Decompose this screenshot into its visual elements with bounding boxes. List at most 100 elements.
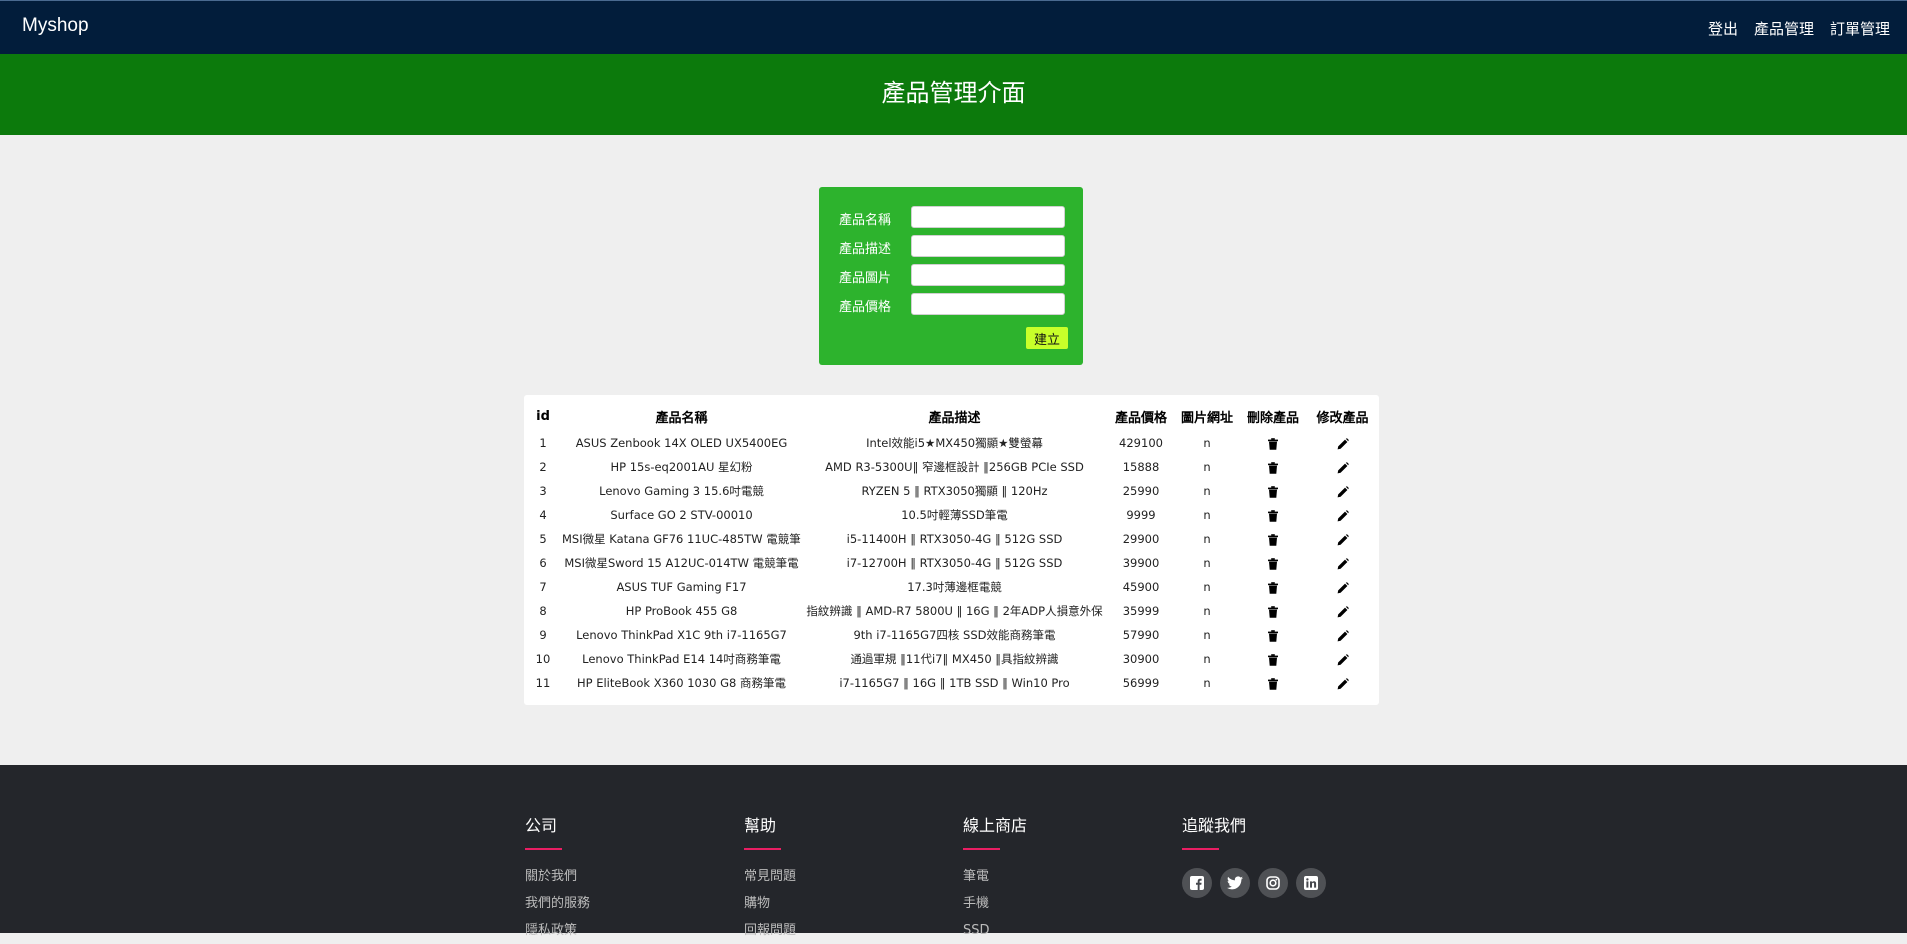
twitter-icon[interactable]	[1220, 868, 1250, 898]
edit-pencil-icon[interactable]	[1337, 652, 1349, 666]
product-image-input[interactable]	[911, 264, 1065, 286]
brand-logo[interactable]: Myshop	[22, 15, 89, 37]
cell-product-description: Intel效能i5★MX450獨顯★雙螢幕	[866, 436, 1043, 450]
product-description-label: 產品描述	[839, 242, 892, 257]
delete-icon[interactable]	[1267, 580, 1279, 594]
edit-pencil-icon[interactable]	[1337, 580, 1349, 594]
cell-delete	[1240, 623, 1306, 647]
cell-product-price: 45900	[1122, 580, 1160, 594]
linkedin-icon[interactable]	[1296, 868, 1326, 898]
cell-id: 4	[539, 508, 547, 522]
cell-delete	[1240, 599, 1306, 623]
cell-id: 7	[539, 580, 547, 594]
cell-id: 9	[539, 628, 547, 642]
table-row: 8 HP ProBook 455 G8 指紋辨識 ‖ AMD-R7 5800U ‖ …	[524, 599, 1379, 623]
cell-image-url: n	[1203, 484, 1211, 498]
footer-heading-follow-us: 追蹤我們	[1182, 816, 1247, 835]
cell-product-name: HP ProBook 455 G8	[625, 604, 738, 618]
cell-product-price: 30900	[1122, 652, 1160, 666]
delete-icon[interactable]	[1267, 436, 1279, 450]
cell-image-url: n	[1203, 676, 1211, 690]
edit-pencil-icon[interactable]	[1337, 508, 1349, 522]
table-row: 3 Lenovo Gaming 3 15.6吋電競 RYZEN 5 ‖ RTX305…	[524, 479, 1379, 503]
product-table: id 產品名稱 產品描述 產品價格 圖片網址 刪除產品 修改產品 1 ASUS Z…	[524, 401, 1379, 695]
product-description-input[interactable]	[911, 235, 1065, 257]
cell-product-price: 57990	[1122, 628, 1160, 642]
table-row: 11 HP EliteBook X360 1030 G8 商務筆電 i7-1165G…	[524, 671, 1379, 695]
footer-heading-underline	[1182, 848, 1219, 850]
nav-logout-link[interactable]: 登出	[1708, 18, 1738, 39]
footer-link-about[interactable]: 關於我們	[525, 863, 590, 890]
delete-icon[interactable]	[1267, 508, 1279, 522]
footer-link-laptops[interactable]: 筆電	[963, 863, 1027, 890]
delete-icon[interactable]	[1267, 556, 1279, 570]
edit-pencil-icon[interactable]	[1337, 436, 1349, 450]
cell-edit	[1306, 431, 1379, 455]
delete-icon[interactable]	[1267, 532, 1279, 546]
footer-link-services[interactable]: 我們的服務	[525, 890, 590, 917]
cell-edit	[1306, 623, 1379, 647]
table-body: 1 ASUS Zenbook 14X OLED UX5400EG Intel效能i5…	[524, 431, 1379, 695]
product-name-input[interactable]	[911, 206, 1065, 228]
footer-heading-underline	[963, 848, 1000, 850]
delete-icon[interactable]	[1267, 460, 1279, 474]
cell-product-price: 25990	[1122, 484, 1160, 498]
header-product-description: 產品描述	[928, 410, 981, 426]
footer-link-shopping[interactable]: 購物	[744, 890, 796, 917]
cell-product-description: 17.3吋薄邊框電競	[907, 580, 1002, 594]
cell-edit	[1306, 551, 1379, 575]
edit-pencil-icon[interactable]	[1337, 676, 1349, 690]
nav-order-management-link[interactable]: 訂單管理	[1830, 18, 1890, 39]
edit-pencil-icon[interactable]	[1337, 532, 1349, 546]
nav-links: 登出 產品管理 訂單管理	[1708, 18, 1890, 39]
edit-pencil-icon[interactable]	[1337, 484, 1349, 498]
delete-icon[interactable]	[1267, 604, 1279, 618]
delete-icon[interactable]	[1267, 652, 1279, 666]
footer-column-follow-us: 追蹤我們	[1182, 815, 1326, 898]
cell-image-url: n	[1203, 580, 1211, 594]
footer-link-faq[interactable]: 常見問題	[744, 863, 796, 890]
cell-id: 8	[539, 604, 547, 618]
delete-icon[interactable]	[1267, 676, 1279, 690]
edit-pencil-icon[interactable]	[1337, 556, 1349, 570]
footer-link-ssd[interactable]: SSD	[963, 917, 1027, 944]
footer-link-privacy[interactable]: 隱私政策	[525, 917, 590, 944]
footer-heading-online-store: 線上商店	[963, 816, 1028, 835]
top-navbar: Myshop 登出 產品管理 訂單管理	[0, 0, 1907, 54]
edit-pencil-icon[interactable]	[1337, 460, 1349, 474]
cell-edit	[1306, 647, 1379, 671]
edit-pencil-icon[interactable]	[1337, 628, 1349, 642]
cell-product-name: ASUS TUF Gaming F17	[616, 580, 747, 594]
create-button[interactable]: 建立	[1026, 327, 1068, 349]
cell-delete	[1240, 575, 1306, 599]
footer-link-phones[interactable]: 手機	[963, 890, 1027, 917]
cell-edit	[1306, 479, 1379, 503]
cell-product-name: ASUS Zenbook 14X OLED UX5400EG	[575, 436, 788, 450]
footer-link-report[interactable]: 回報問題	[744, 917, 796, 944]
delete-icon[interactable]	[1267, 484, 1279, 498]
table-row: 7 ASUS TUF Gaming F17 17.3吋薄邊框電競 45900 n	[524, 575, 1379, 599]
footer: 公司 關於我們 我們的服務 隱私政策 幫助 常見問題 購物 回報問題 線上商店 …	[0, 765, 1907, 938]
header-delete-product: 刪除產品	[1246, 410, 1299, 426]
cell-edit	[1306, 671, 1379, 695]
cell-image-url: n	[1203, 532, 1211, 546]
instagram-icon[interactable]	[1258, 868, 1288, 898]
cell-edit	[1306, 575, 1379, 599]
header-product-name: 產品名稱	[655, 410, 708, 426]
cell-product-name: Lenovo ThinkPad X1C 9th i7-1165G7	[576, 628, 787, 642]
table-row: 2 HP 15s-eq2001AU 星幻粉 AMD R3-5300U‖ 窄邊框設計 …	[524, 455, 1379, 479]
footer-column-online-store: 線上商店 筆電 手機 SSD	[963, 815, 1027, 944]
cell-delete	[1240, 647, 1306, 671]
footer-column-help: 幫助 常見問題 購物 回報問題	[744, 815, 796, 944]
delete-icon[interactable]	[1267, 628, 1279, 642]
header-image-url: 圖片網址	[1180, 410, 1233, 426]
facebook-icon[interactable]	[1182, 868, 1212, 898]
cell-id: 10	[535, 652, 551, 666]
product-price-label: 產品價格	[839, 300, 892, 315]
nav-product-management-link[interactable]: 產品管理	[1754, 18, 1814, 39]
cell-product-price: 29900	[1122, 532, 1160, 546]
cell-delete	[1240, 455, 1306, 479]
edit-pencil-icon[interactable]	[1337, 604, 1349, 618]
cell-delete	[1240, 431, 1306, 455]
product-price-input[interactable]	[911, 293, 1065, 315]
